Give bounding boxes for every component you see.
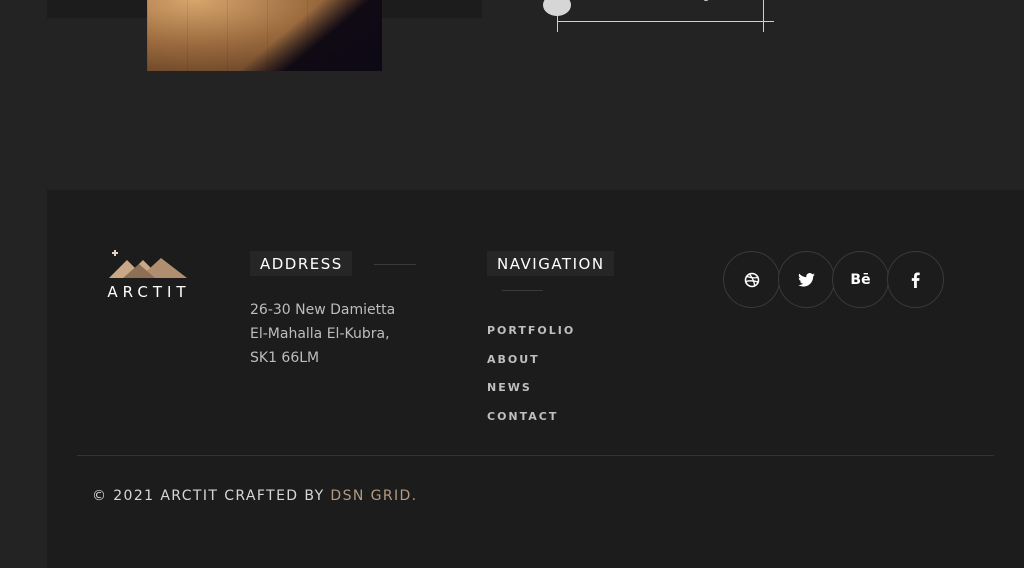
nav-link-news[interactable]: NEWS: [487, 381, 575, 410]
navigation-divider: [502, 290, 543, 291]
address-line: SK1 66LM: [250, 350, 320, 366]
dribbble-icon: [744, 272, 759, 287]
project-image[interactable]: [147, 0, 382, 71]
behance-icon: Bē: [850, 271, 871, 288]
twitter-icon: [798, 272, 815, 287]
address-heading: ADDRESS: [250, 251, 352, 276]
address-line: 26-30 New Damietta: [250, 302, 396, 318]
credit-link[interactable]: DSN GRID.: [330, 488, 417, 504]
slider-tick-right: [763, 0, 764, 32]
house-roof-icon: [109, 250, 187, 278]
nav-link-portfolio[interactable]: PORTFOLIO: [487, 324, 575, 353]
twitter-button[interactable]: [778, 251, 835, 308]
behance-button[interactable]: Bē: [832, 251, 889, 308]
address-block: 26-30 New Damietta El-Mahalla El-Kubra, …: [250, 298, 395, 370]
slider-track[interactable]: [557, 21, 774, 22]
address-line: El-Mahalla El-Kubra,: [250, 326, 390, 342]
address-divider: [374, 264, 416, 265]
nav-link-about[interactable]: ABOUT: [487, 353, 575, 382]
logo-wordmark: ARCTIT: [107, 283, 191, 301]
site-footer: ARCTIT ADDRESS 26-30 New Damietta El-Mah…: [47, 190, 1024, 568]
facebook-icon: [911, 272, 920, 288]
facebook-button[interactable]: [887, 251, 944, 308]
slider-thumb[interactable]: [543, 0, 571, 16]
navigation-heading: NAVIGATION: [487, 251, 614, 276]
copyright-text: © 2021 ARCTIT CRAFTED BY DSN GRID.: [92, 488, 418, 504]
footer-nav: PORTFOLIO ABOUT NEWS CONTACT: [487, 324, 575, 438]
dribbble-button[interactable]: [723, 251, 780, 308]
copyright-prefix: © 2021 ARCTIT CRAFTED BY: [92, 488, 331, 504]
footer-divider: [77, 455, 994, 456]
slider-marker: [704, 0, 708, 1]
nav-link-contact[interactable]: CONTACT: [487, 410, 575, 439]
footer-logo[interactable]: ARCTIT: [99, 250, 199, 302]
